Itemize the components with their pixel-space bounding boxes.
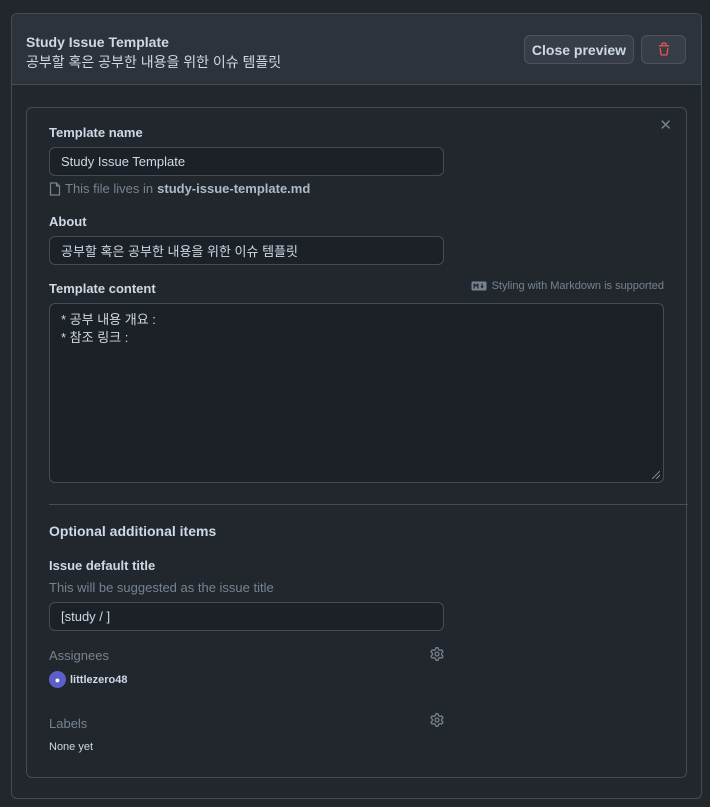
template-name-label: Template name xyxy=(49,125,143,140)
template-description: 공부할 혹은 공부한 내용을 위한 이슈 템플릿 xyxy=(26,54,282,70)
about-label: About xyxy=(49,214,87,229)
trash-icon xyxy=(658,42,669,56)
markdown-hint[interactable]: Styling with Markdown is supported xyxy=(471,280,664,292)
markdown-hint-text: Styling with Markdown is supported xyxy=(491,280,664,292)
assignee-item[interactable]: ● littlezero48 xyxy=(49,671,127,688)
labels-label: Labels xyxy=(49,716,88,731)
about-input[interactable]: 공부할 혹은 공부한 내용을 위한 이슈 템플릿 xyxy=(49,236,444,265)
labels-gear-icon[interactable] xyxy=(430,713,444,727)
issue-title-input[interactable]: [study / ] xyxy=(49,602,444,631)
file-note-prefix: This file lives in xyxy=(65,181,154,196)
template-name-value: Study Issue Template xyxy=(61,154,186,169)
file-location-note: This file lives in study-issue-template.… xyxy=(49,181,310,196)
assignee-name: littlezero48 xyxy=(70,673,128,686)
markdown-icon xyxy=(471,281,487,291)
template-header: Study Issue Template 공부할 혹은 공부한 내용을 위한 이… xyxy=(12,14,701,85)
template-content-textarea[interactable]: * 공부 내용 개요 : * 참조 링크 : xyxy=(49,303,664,483)
template-editor-panel: Study Issue Template 공부할 혹은 공부한 내용을 위한 이… xyxy=(11,13,702,799)
template-content-label: Template content xyxy=(49,281,156,296)
optional-items-heading: Optional additional items xyxy=(49,523,217,539)
resize-handle[interactable] xyxy=(652,471,660,479)
close-icon[interactable]: ✕ xyxy=(659,116,672,134)
labels-value: None yet xyxy=(49,741,94,753)
template-form-card: ✕ Template name Study Issue Template Thi… xyxy=(26,107,688,778)
file-name: study-issue-template.md xyxy=(157,181,311,196)
issue-title-value: [study / ] xyxy=(61,609,111,624)
assignees-gear-icon[interactable] xyxy=(430,647,444,661)
issue-title-label: Issue default title xyxy=(49,558,156,573)
template-name-input[interactable]: Study Issue Template xyxy=(49,147,444,176)
content-line: * 공부 내용 개요 : xyxy=(61,312,156,327)
close-preview-button[interactable]: Close preview xyxy=(524,35,634,64)
avatar: ● xyxy=(49,671,66,688)
about-value: 공부할 혹은 공부한 내용을 위한 이슈 템플릿 xyxy=(61,244,298,259)
issue-title-hint: This will be suggested as the issue titl… xyxy=(49,580,274,595)
delete-template-button[interactable] xyxy=(641,35,686,64)
section-divider xyxy=(49,504,688,505)
template-title: Study Issue Template xyxy=(26,34,169,50)
assignees-label: Assignees xyxy=(49,648,109,663)
content-line: * 참조 링크 : xyxy=(61,330,129,345)
file-icon xyxy=(49,181,61,196)
